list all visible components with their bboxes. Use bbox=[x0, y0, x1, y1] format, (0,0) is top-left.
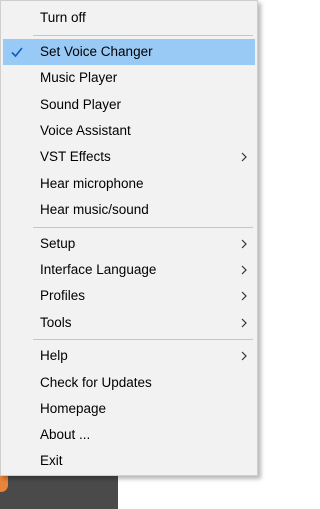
menu-item-label: Music Player bbox=[40, 70, 118, 85]
menu-item-help[interactable]: Help bbox=[3, 343, 255, 369]
context-menu: Turn off Set Voice Changer Music Player … bbox=[0, 0, 258, 476]
menu-item-tools[interactable]: Tools bbox=[3, 310, 255, 336]
chevron-right-icon bbox=[241, 318, 247, 328]
menu-item-label: Check for Updates bbox=[40, 375, 152, 390]
menu-item-hear-microphone[interactable]: Hear microphone bbox=[3, 171, 255, 197]
menu-item-label: Tools bbox=[40, 315, 72, 330]
menu-item-label: Profiles bbox=[40, 288, 86, 303]
menu-item-exit[interactable]: Exit bbox=[3, 448, 255, 474]
menu-item-interface-language[interactable]: Interface Language bbox=[3, 257, 255, 283]
menu-item-music-player[interactable]: Music Player bbox=[3, 65, 255, 91]
menu-item-label: VST Effects bbox=[40, 149, 111, 164]
menu-item-label: Hear microphone bbox=[40, 176, 144, 191]
menu-item-setup[interactable]: Setup bbox=[3, 231, 255, 257]
menu-item-label: Hear music/sound bbox=[40, 202, 149, 217]
chevron-right-icon bbox=[241, 152, 247, 162]
chevron-right-icon bbox=[241, 265, 247, 275]
menu-item-label: Voice Assistant bbox=[40, 123, 131, 138]
menu-item-voice-assistant[interactable]: Voice Assistant bbox=[3, 118, 255, 144]
menu-item-vst-effects[interactable]: VST Effects bbox=[3, 144, 255, 170]
menu-separator bbox=[33, 35, 253, 36]
chevron-right-icon bbox=[241, 239, 247, 249]
chevron-right-icon bbox=[241, 351, 247, 361]
menu-item-profiles[interactable]: Profiles bbox=[3, 283, 255, 309]
menu-item-turn-off[interactable]: Turn off bbox=[3, 5, 255, 31]
menu-item-label: Exit bbox=[40, 453, 63, 468]
menu-item-hear-music-sound[interactable]: Hear music/sound bbox=[3, 197, 255, 223]
menu-separator bbox=[33, 339, 253, 340]
menu-separator bbox=[33, 227, 253, 228]
menu-item-about[interactable]: About ... bbox=[3, 422, 255, 448]
menu-item-label: About ... bbox=[40, 427, 91, 442]
menu-item-sound-player[interactable]: Sound Player bbox=[3, 92, 255, 118]
menu-item-check-for-updates[interactable]: Check for Updates bbox=[3, 370, 255, 396]
menu-item-label: Turn off bbox=[40, 10, 86, 25]
taskbar bbox=[0, 476, 118, 509]
menu-item-label: Help bbox=[40, 348, 68, 363]
menu-item-set-voice-changer[interactable]: Set Voice Changer bbox=[3, 39, 255, 65]
menu-item-label: Sound Player bbox=[40, 97, 122, 112]
menu-item-homepage[interactable]: Homepage bbox=[3, 396, 255, 422]
menu-item-label: Homepage bbox=[40, 401, 107, 416]
menu-item-label: Interface Language bbox=[40, 262, 157, 277]
chevron-right-icon bbox=[241, 291, 247, 301]
menu-item-label: Set Voice Changer bbox=[40, 44, 153, 59]
menu-item-label: Setup bbox=[40, 236, 76, 251]
check-icon bbox=[11, 47, 23, 58]
